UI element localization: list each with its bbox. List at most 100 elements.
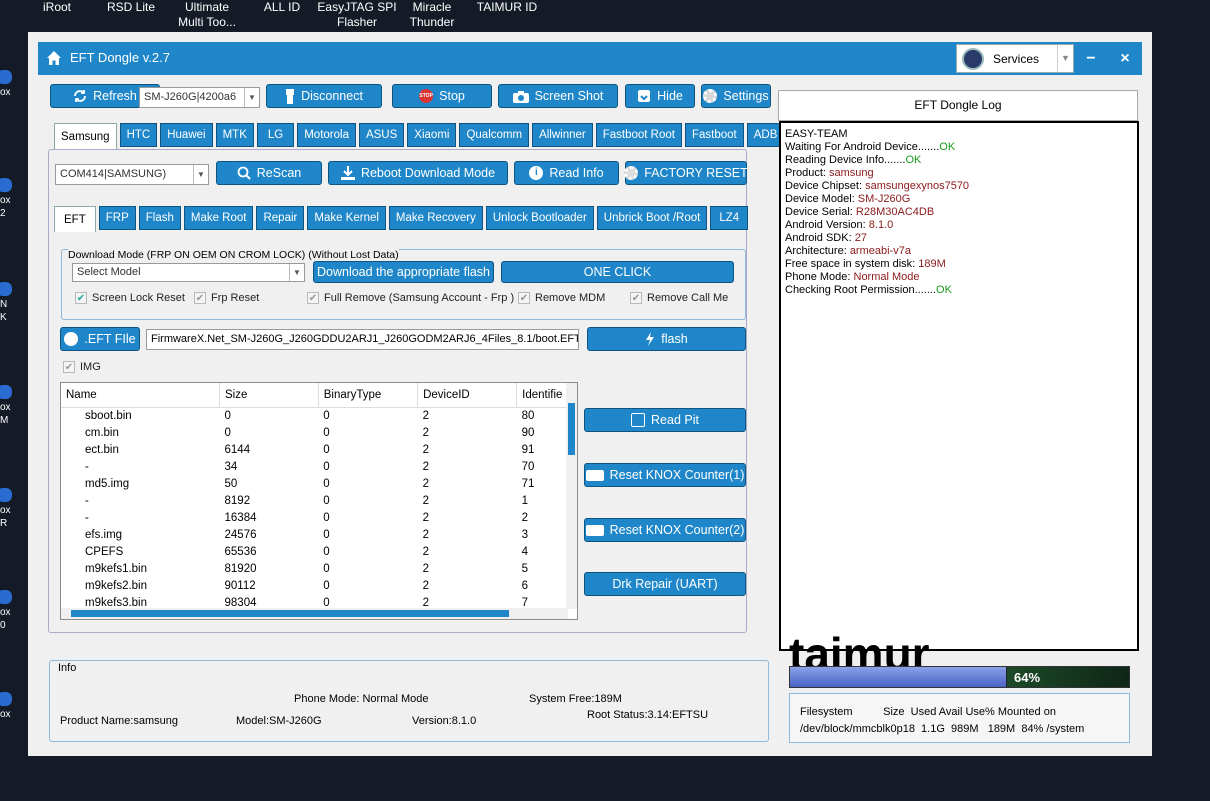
table-row[interactable]: -34 0 2 70 bbox=[61, 458, 577, 475]
desktop-icon-ultimate[interactable]: Ultimate Multi Too... bbox=[167, 0, 247, 30]
vertical-scrollbar[interactable] bbox=[566, 383, 577, 609]
log-line: Device Model: SM-J260G bbox=[785, 193, 1133, 206]
drk-repair-label: Drk Repair (UART) bbox=[612, 577, 718, 591]
table-row[interactable]: efs.img 24576 0 2 3 bbox=[61, 526, 577, 543]
log-key: Architecture: bbox=[785, 245, 850, 257]
table-row[interactable]: CPEFS 65536 0 2 4 bbox=[61, 543, 577, 560]
desktop-side-icon[interactable]: ox M bbox=[0, 385, 14, 427]
table-row[interactable]: md5.img 50 0 2 71 bbox=[61, 475, 577, 492]
desktop-side-label: ox M bbox=[0, 402, 11, 426]
table-row[interactable]: -16384 0 2 2 bbox=[61, 509, 577, 526]
drk-repair-button[interactable]: Drk Repair (UART) bbox=[584, 572, 746, 596]
column-header[interactable]: Name bbox=[61, 383, 221, 408]
tab-motorola[interactable]: Motorola bbox=[297, 123, 356, 147]
column-header[interactable]: BinaryType bbox=[318, 383, 419, 408]
title-bar[interactable]: EFT Dongle v.2.7 Services ▼ − × bbox=[38, 42, 1142, 75]
desktop-icon-taimurid[interactable]: TAIMUR ID bbox=[467, 0, 547, 15]
tab-repair[interactable]: Repair bbox=[256, 206, 305, 230]
model-select[interactable]: Select Model ▼ bbox=[72, 263, 305, 282]
tab-mtk[interactable]: MTK bbox=[215, 123, 254, 147]
services-dropdown[interactable]: Services ▼ bbox=[956, 44, 1074, 73]
disconnect-button[interactable]: Disconnect bbox=[266, 84, 382, 108]
reset-knox2-button[interactable]: Reset KNOX Counter(2) bbox=[584, 518, 746, 542]
desktop-side-icon[interactable]: ox bbox=[0, 70, 14, 99]
log-panel[interactable]: EASY-TEAM Waiting For Android Device.....… bbox=[779, 121, 1139, 677]
tab-lg[interactable]: LG bbox=[256, 123, 295, 147]
full-remove-checkbox[interactable]: ✔ Full Remove (Samsung Account - Frp ) bbox=[307, 292, 514, 304]
desktop-side-label: ox R bbox=[0, 505, 11, 529]
scroll-thumb[interactable] bbox=[568, 403, 575, 455]
reset-knox1-button[interactable]: Reset KNOX Counter(1) bbox=[584, 463, 746, 487]
tab-allwinner[interactable]: Allwinner bbox=[532, 123, 593, 147]
tab-htc[interactable]: HTC bbox=[119, 123, 158, 147]
desktop-side-icon[interactable]: ox R bbox=[0, 488, 14, 530]
tab-make-recovery[interactable]: Make Recovery bbox=[388, 206, 483, 230]
table-row[interactable]: m9kefs1.bin 81920 0 2 5 bbox=[61, 560, 577, 577]
horizontal-scrollbar[interactable] bbox=[61, 608, 568, 619]
tab-unlock-bootloader[interactable]: Unlock Bootloader bbox=[485, 206, 594, 230]
frp-reset-checkbox[interactable]: ✔ Frp Reset bbox=[194, 292, 259, 304]
one-click-button[interactable]: ONE CLICK bbox=[501, 261, 734, 283]
tab-frp[interactable]: FRP bbox=[98, 206, 136, 230]
settings-button[interactable]: Settings bbox=[701, 84, 771, 108]
read-info-button[interactable]: i Read Info bbox=[514, 161, 619, 185]
reboot-download-button[interactable]: Reboot Download Mode bbox=[328, 161, 508, 185]
stop-button[interactable]: STOP Stop bbox=[392, 84, 492, 108]
table-row[interactable]: cm.bin 0 0 2 90 bbox=[61, 424, 577, 441]
desktop-side-icon[interactable]: ox bbox=[0, 692, 14, 721]
img-checkbox[interactable]: ✔ IMG bbox=[63, 361, 101, 373]
partition-table[interactable]: Name Size BinaryType DeviceID Identifie … bbox=[60, 382, 578, 620]
remove-callme-checkbox[interactable]: ✔ Remove Call Me bbox=[630, 292, 728, 304]
tab-eft[interactable]: EFT bbox=[54, 206, 96, 232]
table-row[interactable]: ect.bin 6144 0 2 91 bbox=[61, 441, 577, 458]
minimize-button[interactable]: − bbox=[1074, 42, 1108, 75]
chevron-down-icon: ▼ bbox=[193, 165, 208, 184]
hide-button[interactable]: Hide bbox=[625, 84, 695, 108]
device-select[interactable]: SM-J260G|4200a6 ▼ bbox=[139, 87, 260, 108]
desktop-icon-allid[interactable]: ALL ID bbox=[242, 0, 322, 15]
desktop-side-icon[interactable]: ox 0 bbox=[0, 590, 14, 632]
remove-mdm-checkbox[interactable]: ✔ Remove MDM bbox=[518, 292, 605, 304]
tab-asus[interactable]: ASUS bbox=[358, 123, 405, 147]
eft-file-path[interactable]: FirmwareX.Net_SM-J260G_J260GDDU2ARJ1_J26… bbox=[146, 329, 579, 350]
desktop-icon-rsdlite[interactable]: RSD Lite bbox=[91, 0, 171, 15]
desktop-side-icon[interactable]: N K bbox=[0, 282, 14, 324]
flash-button[interactable]: flash bbox=[587, 327, 746, 351]
download-flash-button[interactable]: Download the appropriate flash bbox=[313, 261, 494, 283]
tab-huawei[interactable]: Huawei bbox=[160, 123, 213, 147]
tab-samsung[interactable]: Samsung bbox=[54, 123, 117, 149]
tab-fastboot[interactable]: Fastboot bbox=[684, 123, 744, 147]
desktop-icon-easyjtag[interactable]: EasyJTAG SPI Flasher bbox=[317, 0, 397, 30]
desktop-icon-miracle[interactable]: Miracle Thunder bbox=[392, 0, 472, 30]
tab-fastboot-root[interactable]: Fastboot Root bbox=[595, 123, 682, 147]
table-row[interactable]: m9kefs2.bin 90112 0 2 6 bbox=[61, 577, 577, 594]
screenshot-button[interactable]: Screen Shot bbox=[498, 84, 618, 108]
column-header[interactable]: DeviceID bbox=[417, 383, 518, 408]
table-cell: cm.bin bbox=[85, 426, 119, 439]
desktop-icon-iroot[interactable]: iRoot bbox=[17, 0, 97, 15]
tab-flash[interactable]: Flash bbox=[138, 206, 181, 230]
eft-file-button[interactable]: .EFT FIle bbox=[60, 327, 140, 351]
log-key: Phone Mode: bbox=[785, 271, 854, 283]
port-select[interactable]: COM414|SAMSUNG) ▼ bbox=[55, 164, 209, 185]
tab-make-kernel[interactable]: Make Kernel bbox=[307, 206, 386, 230]
close-button[interactable]: × bbox=[1108, 42, 1142, 75]
read-pit-button[interactable]: Read Pit bbox=[584, 408, 746, 432]
check-icon: ✔ bbox=[307, 292, 319, 304]
services-label: Services bbox=[993, 52, 1040, 66]
brand-tabs: Samsung HTC Huawei MTK LG Motorola ASUS … bbox=[54, 123, 785, 149]
tab-make-root[interactable]: Make Root bbox=[183, 206, 254, 230]
column-header[interactable]: Size bbox=[219, 383, 319, 408]
log-key: Device Serial: bbox=[785, 206, 856, 218]
tab-xiaomi[interactable]: Xiaomi bbox=[407, 123, 457, 147]
tab-unbrick[interactable]: Unbrick Boot /Root bbox=[596, 206, 708, 230]
table-row[interactable]: -8192 0 2 1 bbox=[61, 492, 577, 509]
tab-lz4[interactable]: LZ4 bbox=[710, 206, 749, 230]
screen-lock-checkbox[interactable]: ✔ Screen Lock Reset bbox=[75, 292, 185, 304]
factory-reset-button[interactable]: FACTORY RESET bbox=[624, 161, 748, 185]
scroll-thumb[interactable] bbox=[71, 610, 509, 617]
tab-qualcomm[interactable]: Qualcomm bbox=[459, 123, 530, 147]
table-row[interactable]: sboot.bin 0 0 2 80 bbox=[61, 407, 577, 424]
desktop-side-icon[interactable]: ox 2 bbox=[0, 178, 14, 220]
rescan-button[interactable]: ReScan bbox=[216, 161, 322, 185]
